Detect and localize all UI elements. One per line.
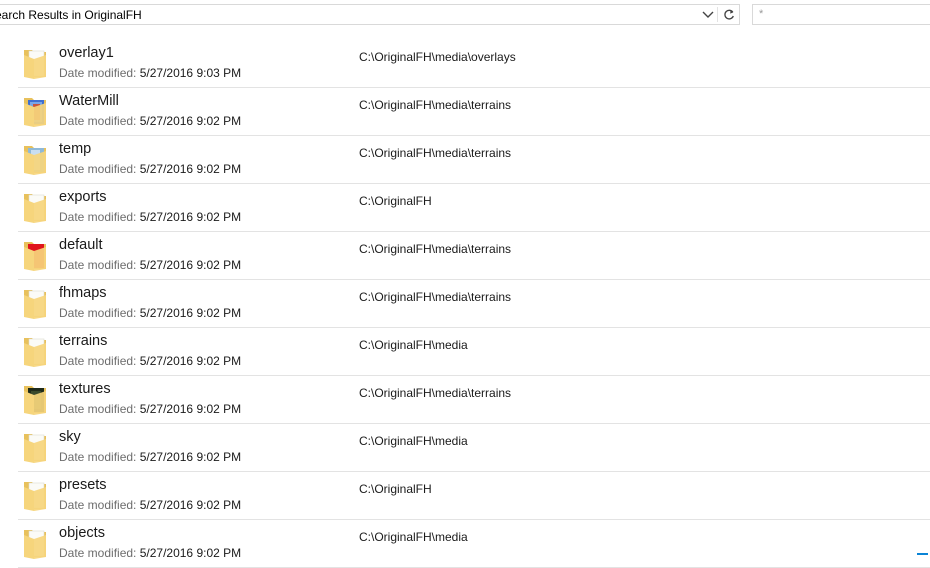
date-modified-value: 5/27/2016 9:02 PM <box>139 306 242 320</box>
item-folder-path: C:\OriginalFH <box>359 194 432 208</box>
date-modified-value: 5/27/2016 9:02 PM <box>139 162 242 176</box>
item-date-modified: Date modified: 5/27/2016 9:02 PM <box>59 306 241 320</box>
result-item-0[interactable]: overlay1 Date modified: 5/27/2016 9:03 PM… <box>18 40 930 88</box>
search-results-list: overlay1 Date modified: 5/27/2016 9:03 PM… <box>18 40 930 568</box>
date-modified-value: 5/27/2016 9:02 PM <box>139 546 242 560</box>
item-name: textures <box>59 381 111 397</box>
item-folder-path: C:\OriginalFH\media\terrains <box>359 242 512 256</box>
result-item-5[interactable]: fhmaps Date modified: 5/27/2016 9:02 PM C:… <box>18 280 930 328</box>
result-item-2[interactable]: temp Date modified: 5/27/2016 9:02 PM C:\O… <box>18 136 930 184</box>
item-name: exports <box>59 189 107 205</box>
item-name: sky <box>59 429 81 445</box>
date-modified-value: 5/27/2016 9:02 PM <box>139 498 242 512</box>
item-name: default <box>59 237 103 253</box>
item-folder-path: C:\OriginalFH\media\terrains <box>359 386 512 400</box>
folder-icon <box>22 94 48 128</box>
search-input-text: * <box>759 8 764 20</box>
folder-icon <box>22 430 48 464</box>
date-modified-label: Date modified: <box>59 354 137 368</box>
item-folder-path: C:\OriginalFH\media\overlays <box>359 50 516 64</box>
date-modified-value: 5/27/2016 9:02 PM <box>139 354 242 368</box>
date-modified-value: 5/27/2016 9:03 PM <box>139 66 242 80</box>
date-modified-label: Date modified: <box>59 450 137 464</box>
search-input[interactable]: * <box>752 4 930 25</box>
item-date-modified: Date modified: 5/27/2016 9:02 PM <box>59 258 241 272</box>
result-item-6[interactable]: terrains Date modified: 5/27/2016 9:02 PM… <box>18 328 930 376</box>
result-item-7[interactable]: textures Date modified: 5/27/2016 9:02 PM… <box>18 376 930 424</box>
item-date-modified: Date modified: 5/27/2016 9:02 PM <box>59 162 241 176</box>
item-date-modified: Date modified: 5/27/2016 9:02 PM <box>59 498 241 512</box>
item-date-modified: Date modified: 5/27/2016 9:02 PM <box>59 546 241 560</box>
folder-icon <box>22 334 48 368</box>
folder-icon <box>22 238 48 272</box>
item-date-modified: Date modified: 5/27/2016 9:02 PM <box>59 450 241 464</box>
folder-icon <box>22 142 48 176</box>
result-item-9[interactable]: presets Date modified: 5/27/2016 9:02 PM C… <box>18 472 930 520</box>
item-date-modified: Date modified: 5/27/2016 9:02 PM <box>59 114 241 128</box>
item-name: overlay1 <box>59 45 114 61</box>
item-folder-path: C:\OriginalFH\media <box>359 434 468 448</box>
date-modified-label: Date modified: <box>59 162 137 176</box>
item-date-modified: Date modified: 5/27/2016 9:03 PM <box>59 66 241 80</box>
date-modified-label: Date modified: <box>59 306 137 320</box>
refresh-icon[interactable] <box>718 5 739 24</box>
date-modified-label: Date modified: <box>59 114 137 128</box>
item-name: WaterMill <box>59 93 119 109</box>
date-modified-label: Date modified: <box>59 258 137 272</box>
item-date-modified: Date modified: 5/27/2016 9:02 PM <box>59 402 241 416</box>
result-item-4[interactable]: default Date modified: 5/27/2016 9:02 PM C… <box>18 232 930 280</box>
item-date-modified: Date modified: 5/27/2016 9:02 PM <box>59 354 241 368</box>
address-bar[interactable]: Search Results in OriginalFH <box>0 4 740 25</box>
item-name: objects <box>59 525 105 541</box>
folder-icon <box>22 286 48 320</box>
result-item-8[interactable]: sky Date modified: 5/27/2016 9:02 PM C:\Or… <box>18 424 930 472</box>
address-bar-text: Search Results in OriginalFH <box>0 8 142 22</box>
item-name: terrains <box>59 333 108 349</box>
item-name: temp <box>59 141 92 157</box>
folder-icon <box>22 190 48 224</box>
item-folder-path: C:\OriginalFH <box>359 482 432 496</box>
result-item-10[interactable]: objects Date modified: 5/27/2016 9:02 PM C… <box>18 520 930 568</box>
date-modified-value: 5/27/2016 9:02 PM <box>139 450 242 464</box>
search-toolbar: Search Results in OriginalFH * <box>0 0 930 34</box>
item-folder-path: C:\OriginalFH\media <box>359 530 468 544</box>
item-folder-path: C:\OriginalFH\media <box>359 338 468 352</box>
result-item-3[interactable]: exports Date modified: 5/27/2016 9:02 PM C… <box>18 184 930 232</box>
result-item-1[interactable]: WaterMill Date modified: 5/27/2016 9:02 P… <box>18 88 930 136</box>
folder-icon <box>22 478 48 512</box>
item-folder-path: C:\OriginalFH\media\terrains <box>359 146 512 160</box>
folder-icon <box>22 46 48 80</box>
item-folder-path: C:\OriginalFH\media\terrains <box>359 290 512 304</box>
item-date-modified: Date modified: 5/27/2016 9:02 PM <box>59 210 241 224</box>
date-modified-label: Date modified: <box>59 546 137 560</box>
date-modified-label: Date modified: <box>59 66 137 80</box>
date-modified-label: Date modified: <box>59 402 137 416</box>
item-name: fhmaps <box>59 285 107 301</box>
folder-icon <box>22 382 48 416</box>
date-modified-value: 5/27/2016 9:02 PM <box>139 114 242 128</box>
date-modified-value: 5/27/2016 9:02 PM <box>139 402 242 416</box>
date-modified-label: Date modified: <box>59 498 137 512</box>
item-name: presets <box>59 477 107 493</box>
item-folder-path: C:\OriginalFH\media\terrains <box>359 98 512 112</box>
chevron-down-icon[interactable] <box>698 5 718 24</box>
date-modified-label: Date modified: <box>59 210 137 224</box>
date-modified-value: 5/27/2016 9:02 PM <box>139 210 242 224</box>
date-modified-value: 5/27/2016 9:02 PM <box>139 258 242 272</box>
